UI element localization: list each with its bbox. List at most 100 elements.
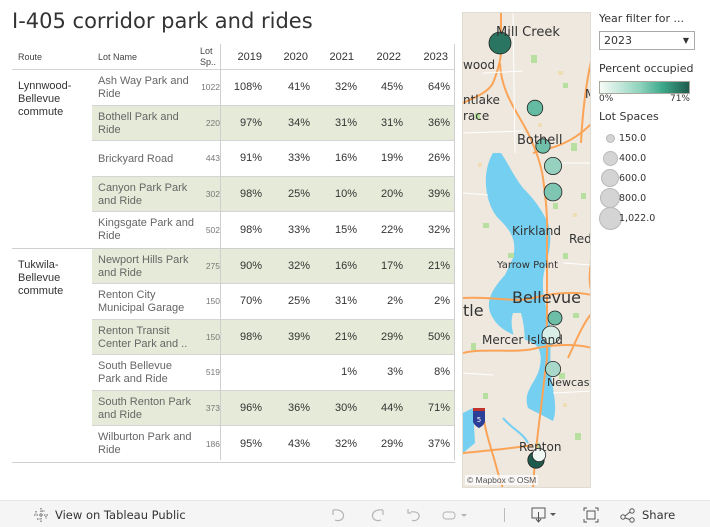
- lot-name: South Renton Park and Ride: [98, 395, 191, 421]
- occupancy-cell-2021: 1%: [341, 366, 357, 379]
- size-legend-label: 600.0: [619, 173, 647, 184]
- occupancy-cell-2022: 31%: [380, 116, 403, 129]
- table-row[interactable]: Renton Transit Center Park and .. 150 98% 3…: [92, 319, 455, 355]
- table-row[interactable]: Ash Way Park and Ride 1022 108% 41% 32% 45% 64…: [92, 70, 455, 106]
- size-legend-label: 150.0: [619, 133, 647, 144]
- undo-icon: [332, 508, 345, 521]
- table-row[interactable]: South Renton Park and Ride 373 96% 36% 30% 44…: [92, 390, 455, 426]
- lot-spaces: 373: [205, 402, 220, 413]
- header-route: Route: [18, 52, 43, 62]
- toolbar-divider: [504, 501, 505, 527]
- occupancy-cell-2021: 15%: [334, 223, 357, 236]
- route-label: Tukwila-Bellevue commute: [18, 258, 64, 297]
- column-divider: [220, 44, 221, 460]
- table-row[interactable]: Bothell Park and Ride 220 97% 34% 31% 31% 36%: [92, 105, 455, 141]
- place-label: Red: [569, 232, 591, 246]
- header-year-2020: 2020: [283, 51, 308, 63]
- place-label: Yarrow Point: [497, 260, 558, 271]
- occupancy-cell-2023: 50%: [427, 330, 450, 343]
- occupancy-cell-2019: 98%: [239, 187, 262, 200]
- occupancy-cell-2019: 98%: [239, 330, 262, 343]
- color-legend-max: 71%: [669, 94, 690, 104]
- year-filter-dropdown[interactable]: 2023 ▼: [599, 31, 695, 50]
- table-row[interactable]: Brickyard Road 443 91% 33% 16% 19% 26%: [92, 141, 455, 177]
- place-label: Kirkland: [512, 224, 561, 238]
- table-row[interactable]: South Bellevue Park and Ride 519 1% 3% 8%: [92, 355, 455, 391]
- size-legend-label: 1,022.0: [619, 213, 656, 224]
- occupancy-cell-2022: 17%: [380, 259, 403, 272]
- view-on-tableau-button[interactable]: View on Tableau Public: [33, 501, 186, 527]
- svg-text:5: 5: [477, 416, 481, 424]
- occupancy-cell-2019: 97%: [239, 116, 262, 129]
- size-legend-item: 150.0: [599, 129, 704, 149]
- table-row[interactable]: Newport Hills Park and Ride 275 90% 32% 16% 1…: [92, 248, 455, 284]
- bottom-toolbar: View on Tableau Public Share: [0, 500, 710, 527]
- map-marker[interactable]: [543, 182, 563, 202]
- occupancy-cell-2023: 21%: [427, 259, 450, 272]
- map-view[interactable]: 5 Mill Creek wood ntlake race Bothell Ki…: [462, 12, 591, 488]
- revert-button[interactable]: [405, 501, 423, 527]
- undo-button[interactable]: [329, 501, 347, 527]
- lot-spaces: 150: [205, 296, 220, 307]
- size-circle-icon: [600, 188, 620, 208]
- place-label: ntlake: [463, 93, 500, 107]
- occupancy-cell-2020: 34%: [287, 116, 310, 129]
- table-header: Route Lot Name Lot Sp.. 2019 2020 2021 2…: [12, 44, 455, 70]
- occupancy-cell-2023: 32%: [427, 223, 450, 236]
- map-attribution[interactable]: © Mapbox © OSM: [465, 475, 539, 485]
- lot-name: Newport Hills Park and Ride: [98, 253, 189, 279]
- i5-shield: 5: [473, 408, 485, 428]
- occupancy-cell-2022: 44%: [380, 401, 403, 414]
- occupancy-cell-2023: 26%: [427, 152, 450, 165]
- header-year-2022: 2022: [376, 51, 401, 63]
- dashboard-title: I-405 corridor park and rides: [12, 9, 313, 33]
- occupancy-cell-2020: 43%: [287, 437, 310, 450]
- color-gradient-legend: [599, 81, 690, 94]
- table-row[interactable]: Kingsgate Park and Ride 502 98% 33% 15% 22% 32…: [92, 212, 455, 248]
- place-label: Mercer Island: [482, 333, 563, 347]
- table-row[interactable]: Wilburton Park and Ride 186 95% 43% 32% 29% 37…: [92, 426, 455, 462]
- occupancy-cell-2019: [222, 355, 262, 390]
- header-lot-spaces: Lot Sp..: [200, 46, 217, 67]
- place-label: M: [585, 87, 590, 101]
- map-marker[interactable]: [547, 310, 563, 326]
- occupancy-cell-2019: 96%: [239, 401, 262, 414]
- size-legend-label: 400.0: [619, 153, 647, 164]
- occupancy-cell-2020: 41%: [287, 81, 310, 94]
- map-marker[interactable]: [544, 156, 563, 175]
- occupancy-cell-2020: 36%: [287, 401, 310, 414]
- size-legend-title: Lot Spaces: [599, 110, 659, 123]
- place-label: Renton: [519, 440, 562, 454]
- map-marker[interactable]: [526, 99, 544, 117]
- occupancy-cell-2023: 2%: [434, 295, 450, 308]
- occupancy-cell-2020: 33%: [287, 223, 310, 236]
- occupancy-cell-2021: 10%: [334, 187, 357, 200]
- route-group: Tukwila-Bellevue commute Newport Hills Pa…: [12, 248, 455, 463]
- lot-spaces: 275: [205, 260, 220, 271]
- color-legend-min: 0%: [599, 94, 614, 104]
- occupancy-cell-2023: 71%: [427, 401, 450, 414]
- place-label: Newcast: [547, 376, 591, 389]
- place-label: Bellevue: [512, 288, 582, 307]
- download-icon: [531, 507, 556, 523]
- lot-spaces: 302: [205, 188, 220, 199]
- occupancy-cell-2019: 91%: [239, 152, 262, 165]
- lot-name: Renton Transit Center Park and ..: [98, 324, 188, 350]
- occupancy-cell-2020: [270, 355, 310, 390]
- pause-updates-button[interactable]: [442, 501, 468, 527]
- fullscreen-button[interactable]: [582, 501, 600, 527]
- table-row[interactable]: Renton City Municipal Garage 150 70% 25% 31%…: [92, 284, 455, 320]
- table-row[interactable]: Canyon Park Park and Ride 302 98% 25% 10% 20%…: [92, 176, 455, 212]
- redo-button[interactable]: [369, 501, 387, 527]
- share-button[interactable]: Share: [620, 501, 675, 527]
- tableau-logo-icon: [34, 507, 48, 522]
- occupancy-cell-2021: 31%: [334, 116, 357, 129]
- map-marker[interactable]: [545, 360, 562, 377]
- occupancy-cell-2019: 108%: [233, 81, 262, 94]
- lot-name: Renton City Municipal Garage: [98, 289, 185, 314]
- header-year-2023: 2023: [423, 51, 448, 63]
- lot-spaces: 519: [205, 367, 220, 378]
- table-right-border: [454, 44, 455, 460]
- color-legend-title: Percent occupied: [599, 62, 694, 75]
- download-button[interactable]: [531, 501, 559, 527]
